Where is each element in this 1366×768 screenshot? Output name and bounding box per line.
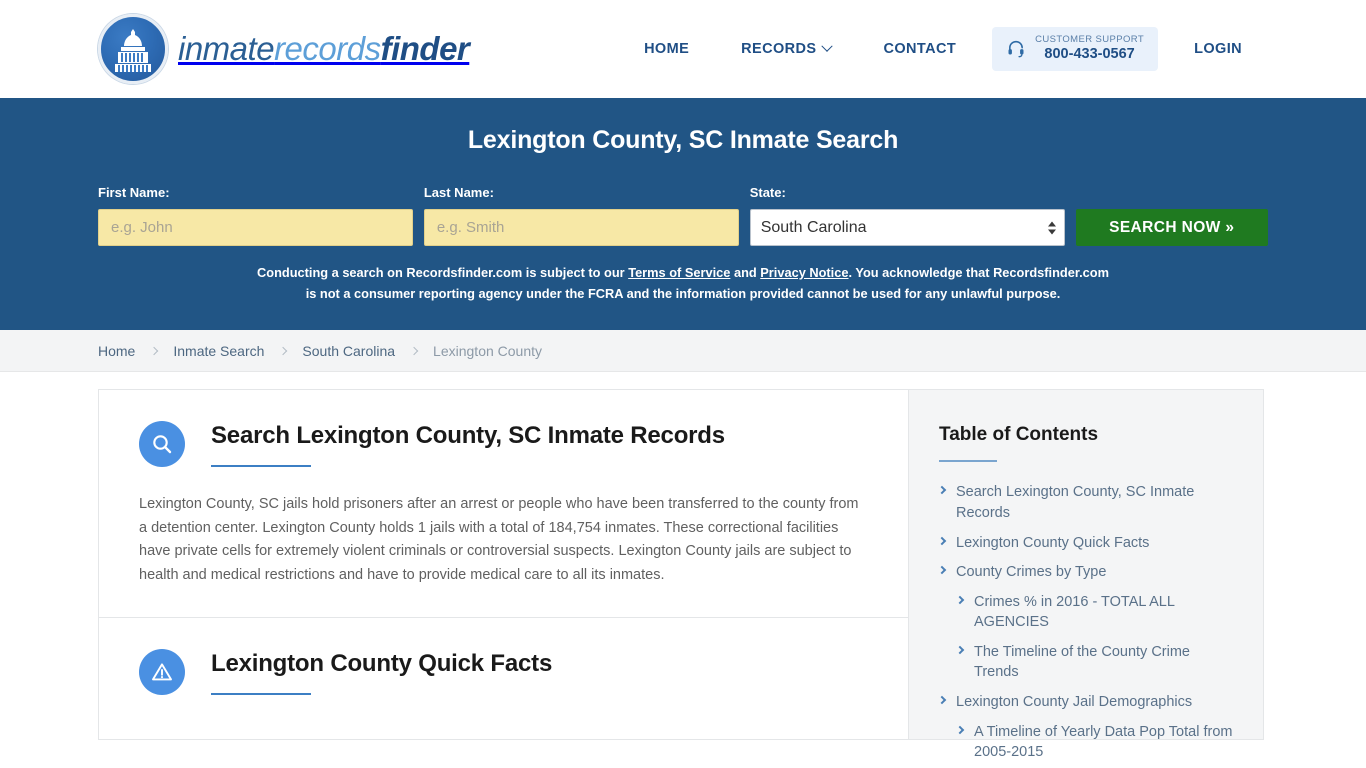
page-body: Search Lexington County, SC Inmate Recor… bbox=[0, 372, 1366, 760]
main-navigation: HOME RECORDS CONTACT CUSTOMER SUPPORT 80… bbox=[618, 27, 1268, 71]
table-of-contents-sidebar: Table of Contents Search Lexington Count… bbox=[908, 389, 1264, 760]
support-label: CUSTOMER SUPPORT bbox=[1035, 34, 1145, 46]
main-content-card: Search Lexington County, SC Inmate Recor… bbox=[98, 389, 908, 741]
chevron-right-icon bbox=[955, 725, 965, 734]
state-select-value: South Carolina bbox=[760, 218, 867, 236]
toc-item-quick-facts[interactable]: Lexington County Quick Facts bbox=[937, 533, 1233, 554]
logo-text-records: records bbox=[274, 30, 381, 67]
state-label: State: bbox=[749, 185, 786, 200]
toc-item-label: Lexington County Jail Demographics bbox=[956, 694, 1193, 711]
chevron-right-icon bbox=[937, 536, 947, 545]
section-search-records: Search Lexington County, SC Inmate Recor… bbox=[99, 390, 908, 617]
toc-item-yearly-pop-total[interactable]: A Timeline of Yearly Data Pop Total from… bbox=[939, 722, 1233, 763]
chevron-right-icon bbox=[150, 346, 159, 356]
disclaimer-part-2: and bbox=[730, 265, 761, 280]
first-name-label: First Name: bbox=[98, 185, 170, 200]
last-name-field-group: Last Name: bbox=[423, 185, 739, 246]
chevron-right-icon bbox=[937, 565, 947, 575]
nav-item-records[interactable]: RECORDS bbox=[715, 40, 857, 57]
logo-text-finder: finder bbox=[380, 30, 470, 67]
section-paragraph: Lexington County, SC jails hold prisoner… bbox=[139, 496, 859, 583]
nav-item-login[interactable]: LOGIN bbox=[1168, 41, 1268, 57]
support-phone: 800-433-0567 bbox=[1044, 46, 1135, 63]
toc-item-crimes-percent-2016[interactable]: Crimes % in 2016 - TOTAL ALL AGENCIES bbox=[939, 592, 1233, 633]
title-underline bbox=[211, 693, 311, 696]
chevron-right-icon bbox=[409, 346, 419, 356]
state-field-group: State: South Carolina bbox=[749, 185, 1065, 246]
toc-item-label: County Crimes by Type bbox=[956, 564, 1107, 581]
breadcrumb-item-home[interactable]: Home bbox=[98, 343, 135, 359]
nav-item-label: RECORDS bbox=[741, 41, 817, 57]
nav-item-label: CONTACT bbox=[883, 41, 957, 57]
last-name-label: Last Name: bbox=[423, 185, 494, 200]
toc-item-county-crimes-by-type[interactable]: County Crimes by Type bbox=[937, 562, 1233, 583]
logo-wordmark: inmaterecordsfinder bbox=[178, 30, 470, 68]
search-now-button[interactable]: SEARCH NOW » bbox=[1075, 209, 1268, 246]
title-underline bbox=[211, 465, 311, 468]
breadcrumb-item-inmate-search[interactable]: Inmate Search bbox=[173, 343, 264, 359]
privacy-notice-link[interactable]: Privacy Notice bbox=[760, 265, 848, 280]
toc-item-label: A Timeline of Yearly Data Pop Total from… bbox=[974, 723, 1233, 761]
toc-item-label: The Timeline of the County Crime Trends bbox=[974, 643, 1190, 681]
section-title: Search Lexington County, SC Inmate Recor… bbox=[211, 422, 725, 450]
nav-item-label: LOGIN bbox=[1194, 41, 1242, 57]
warning-icon bbox=[139, 649, 185, 696]
toc-item-label: Lexington County Quick Facts bbox=[956, 534, 1150, 551]
inmate-search-form: First Name: Last Name: State: South Caro… bbox=[98, 185, 1268, 246]
toc-item-label: Search Lexington County, SC Inmate Recor… bbox=[956, 484, 1195, 522]
toc-underline bbox=[939, 460, 997, 463]
breadcrumb-item-south-carolina[interactable]: South Carolina bbox=[302, 343, 395, 359]
site-header: inmaterecordsfinder HOME RECORDS CONTACT… bbox=[0, 0, 1366, 98]
chevron-right-icon bbox=[955, 595, 965, 604]
search-disclaimer: Conducting a search on Recordsfinder.com… bbox=[253, 263, 1113, 304]
page-title: Lexington County, SC Inmate Search bbox=[467, 126, 899, 154]
section-title-wrap: Lexington County Quick Facts bbox=[211, 648, 553, 696]
section-header: Search Lexington County, SC Inmate Recor… bbox=[139, 420, 868, 468]
chevron-down-icon bbox=[821, 40, 834, 52]
terms-of-service-link[interactable]: Terms of Service bbox=[628, 265, 730, 280]
breadcrumb-bar: Home Inmate Search South Carolina Lexing… bbox=[0, 330, 1366, 373]
toc-title: Table of Contents bbox=[939, 424, 1099, 446]
state-select[interactable]: South Carolina bbox=[749, 209, 1065, 246]
chevron-right-icon bbox=[955, 645, 965, 655]
hero-search-banner: Lexington County, SC Inmate Search First… bbox=[0, 98, 1366, 331]
headset-icon bbox=[1008, 40, 1024, 58]
customer-support-badge[interactable]: CUSTOMER SUPPORT 800-433-0567 bbox=[992, 27, 1159, 71]
capitol-dome-icon bbox=[98, 14, 168, 84]
first-name-field-group: First Name: bbox=[98, 185, 413, 246]
state-select-wrapper: South Carolina bbox=[749, 209, 1065, 246]
magnifier-icon bbox=[139, 421, 185, 468]
section-header: Lexington County Quick Facts bbox=[139, 648, 868, 696]
breadcrumb: Home Inmate Search South Carolina Lexing… bbox=[98, 343, 542, 359]
logo-text-inmate: inmate bbox=[178, 30, 275, 67]
chevron-right-icon bbox=[937, 695, 947, 705]
disclaimer-part-1: Conducting a search on Recordsfinder.com… bbox=[257, 265, 629, 280]
section-title-wrap: Search Lexington County, SC Inmate Recor… bbox=[211, 420, 725, 468]
last-name-input[interactable] bbox=[423, 209, 739, 246]
first-name-input[interactable] bbox=[98, 209, 413, 246]
toc-item-jail-demographics[interactable]: Lexington County Jail Demographics bbox=[937, 692, 1233, 713]
toc-item-crime-trends-timeline[interactable]: The Timeline of the County Crime Trends bbox=[939, 642, 1233, 683]
chevron-right-icon bbox=[937, 486, 947, 495]
spinner-arrows-icon bbox=[1047, 221, 1056, 234]
nav-item-contact[interactable]: CONTACT bbox=[857, 41, 982, 57]
toc-item-label: Crimes % in 2016 - TOTAL ALL AGENCIES bbox=[974, 593, 1175, 631]
nav-item-label: HOME bbox=[644, 41, 690, 57]
nav-item-home[interactable]: HOME bbox=[618, 41, 715, 57]
section-title: Lexington County Quick Facts bbox=[211, 650, 553, 678]
toc-item-search-records[interactable]: Search Lexington County, SC Inmate Recor… bbox=[937, 482, 1233, 523]
breadcrumb-item-lexington-county: Lexington County bbox=[433, 342, 543, 359]
support-texts: CUSTOMER SUPPORT 800-433-0567 bbox=[1035, 34, 1145, 63]
site-logo[interactable]: inmaterecordsfinder bbox=[98, 14, 470, 84]
section-quick-facts: Lexington County Quick Facts bbox=[99, 617, 908, 725]
chevron-right-icon bbox=[279, 346, 288, 356]
